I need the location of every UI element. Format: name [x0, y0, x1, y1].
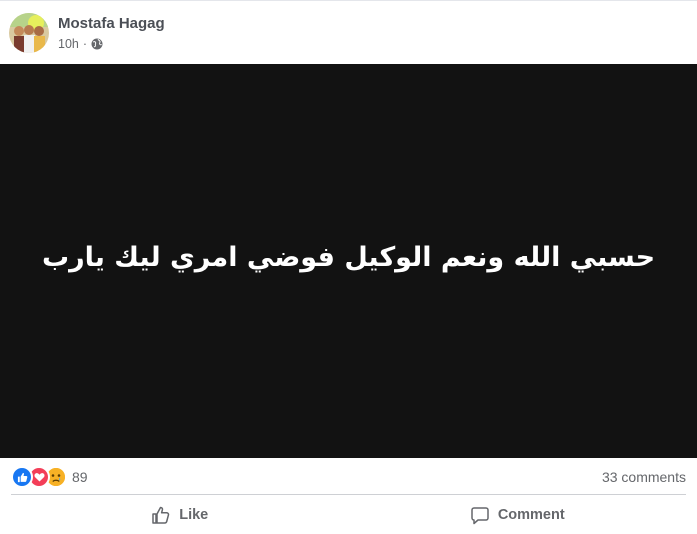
reaction-count: 89: [72, 469, 88, 485]
globe-icon: [91, 38, 103, 50]
avatar[interactable]: [9, 13, 49, 53]
avatar-photo: [9, 13, 49, 53]
action-divider: [11, 494, 686, 495]
post-media[interactable]: حسبي الله ونعم الوكيل فوضي امري ليك يارب: [0, 64, 697, 458]
post-header: Mostafa Hagag 10h ·: [0, 1, 697, 63]
post-media-text: حسبي الله ونعم الوكيل فوضي امري ليك يارب: [41, 242, 656, 273]
comment-button[interactable]: Comment: [349, 497, 687, 533]
like-button[interactable]: Like: [11, 497, 349, 533]
post-time[interactable]: 10h: [58, 37, 79, 51]
like-button-label: Like: [179, 507, 209, 523]
post-card: Mostafa Hagag 10h · حسبي الله ونعم الوكي…: [0, 0, 697, 534]
comments-count-link[interactable]: 33 comments: [602, 469, 686, 485]
author-name[interactable]: Mostafa Hagag: [58, 15, 165, 32]
comment-icon: [471, 507, 489, 525]
post-meta: 10h ·: [58, 36, 103, 52]
meta-separator: ·: [82, 37, 88, 51]
like-icon: [11, 466, 33, 488]
thumbs-up-icon: [152, 506, 170, 524]
post-actions: Like Comment: [11, 497, 686, 533]
reactions-summary[interactable]: 89: [11, 466, 88, 488]
comment-button-label: Comment: [497, 507, 565, 523]
post-stats: 89 33 comments: [0, 461, 697, 493]
